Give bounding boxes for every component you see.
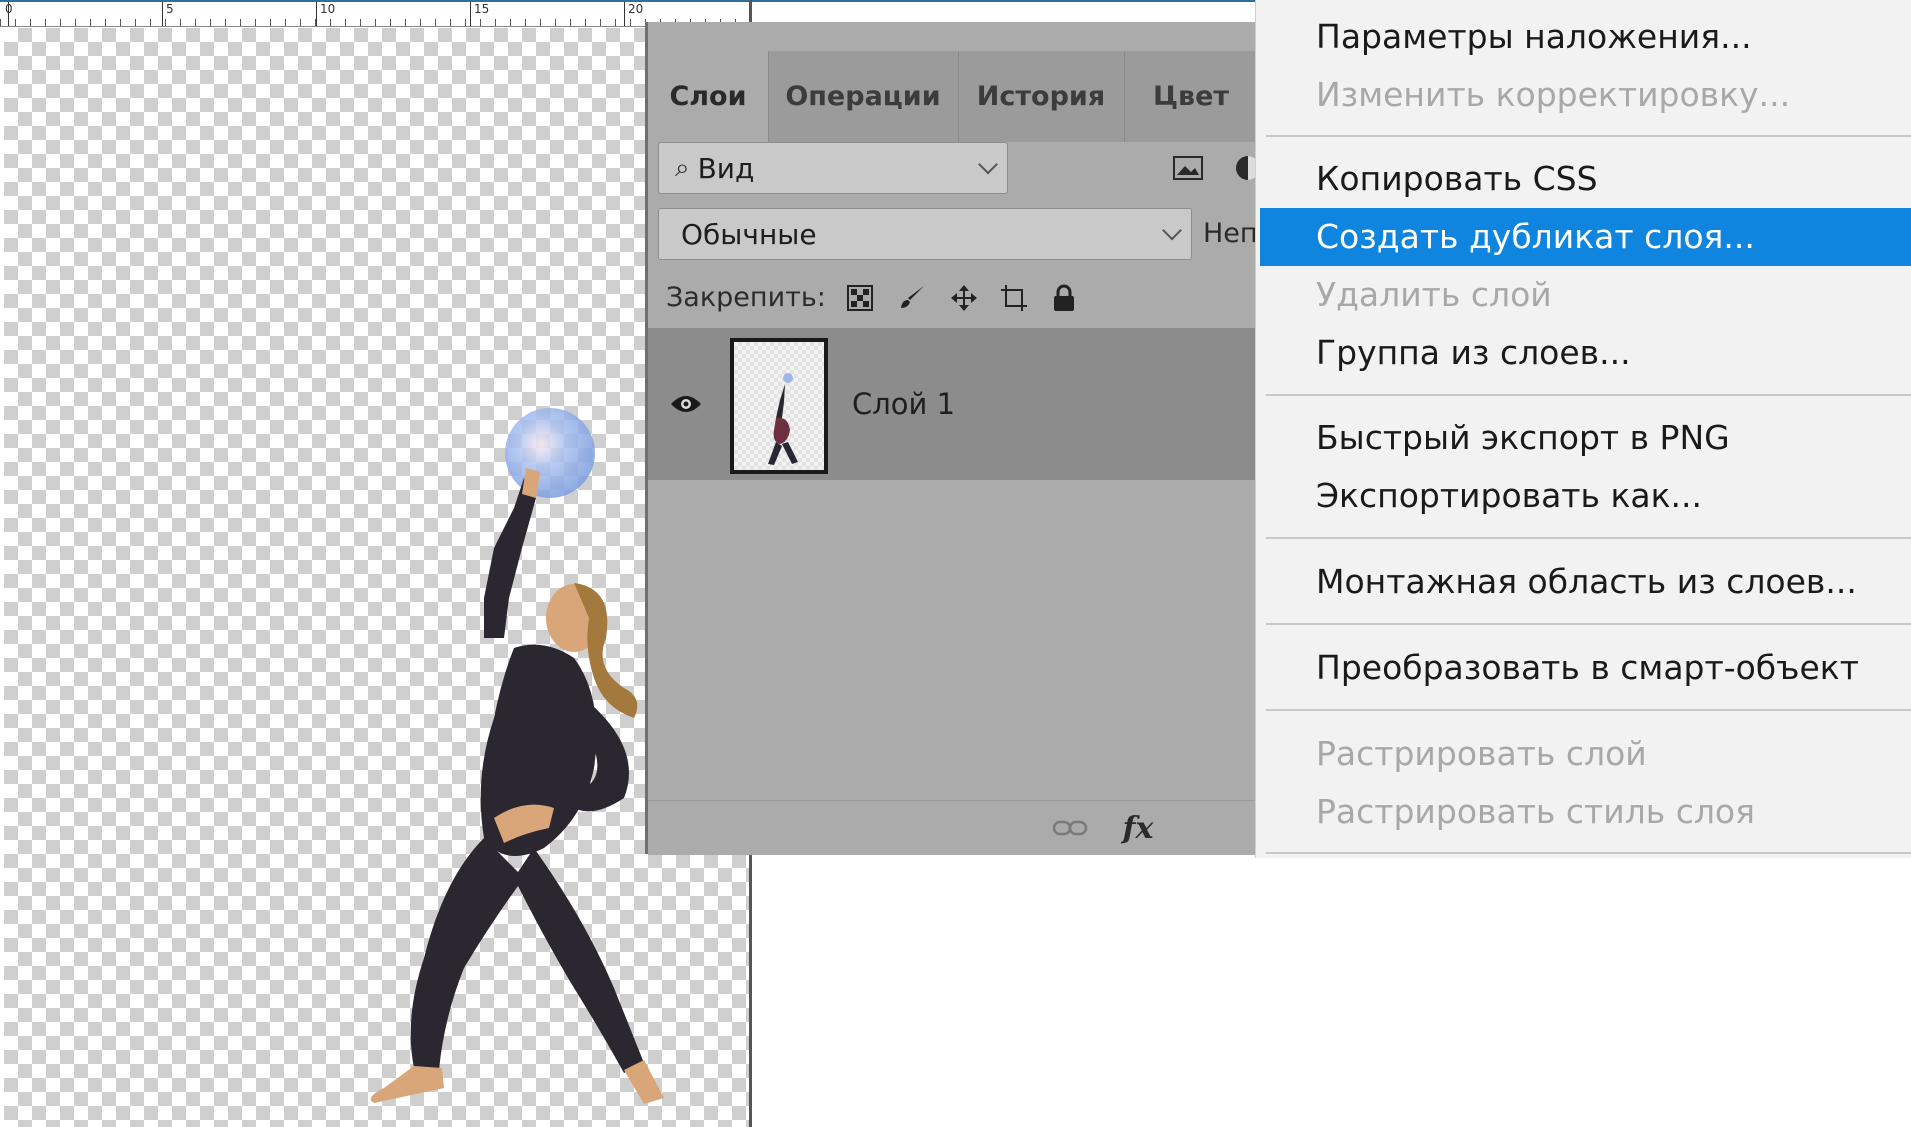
blend-mode-select[interactable]: Обычные xyxy=(658,208,1192,260)
blend-mode-value: Обычные xyxy=(681,217,817,251)
menu-item-copy-css[interactable]: Копировать CSS xyxy=(1260,150,1911,208)
ruler-label: 20 xyxy=(628,2,644,16)
link-icon[interactable] xyxy=(1048,813,1092,843)
chevron-down-icon xyxy=(1162,220,1182,241)
menu-separator xyxy=(1266,394,1911,396)
lock-row: Закрепить: xyxy=(648,270,1258,326)
search-icon: ⌕ xyxy=(675,152,690,183)
fx-icon[interactable]: fx xyxy=(1116,809,1160,847)
layers-panel: Слои Операции История Цвет ⌕ Вид Обычные… xyxy=(645,22,1260,855)
image-filter-icon[interactable] xyxy=(1168,148,1208,188)
menu-item-artboard-from-layers[interactable]: Монтажная область из слоев... xyxy=(1260,553,1911,611)
menu-item-rasterize-layer[interactable]: Растрировать слой xyxy=(1260,725,1911,783)
chevron-down-icon xyxy=(978,154,998,175)
menu-separator xyxy=(1266,135,1911,137)
menu-item-edit-adjustment[interactable]: Изменить корректировку... xyxy=(1260,66,1911,124)
move-icon[interactable] xyxy=(948,282,980,314)
panel-footer: fx xyxy=(648,800,1258,855)
brush-icon[interactable] xyxy=(896,282,928,314)
panel-tabbar: Слои Операции История Цвет xyxy=(648,51,1259,142)
menu-item-delete-layer[interactable]: Удалить слой xyxy=(1260,266,1911,324)
menu-item-rasterize-layer-style[interactable]: Растрировать стиль слоя xyxy=(1260,783,1911,841)
menu-item-group-from-layers[interactable]: Группа из слоев... xyxy=(1260,324,1911,382)
ruler-label: 0 xyxy=(5,2,13,16)
menu-item-blending-options[interactable]: Параметры наложения... xyxy=(1260,8,1911,66)
menu-item-export-as[interactable]: Экспортировать как... xyxy=(1260,467,1911,525)
menu-item-convert-to-smart-object[interactable]: Преобразовать в смарт-объект xyxy=(1260,639,1911,697)
menu-separator xyxy=(1266,709,1911,711)
lock-label: Закрепить: xyxy=(666,282,826,313)
menu-separator xyxy=(1266,623,1911,625)
tab-layers[interactable]: Слои xyxy=(648,51,769,142)
gymnast-figure-image xyxy=(370,408,664,1104)
tab-color[interactable]: Цвет xyxy=(1124,51,1259,142)
layer-filter-select[interactable]: ⌕ Вид xyxy=(658,142,1008,194)
tab-history[interactable]: История xyxy=(958,51,1125,142)
menu-separator xyxy=(1266,852,1911,854)
layer-name[interactable]: Слой 1 xyxy=(852,328,955,480)
document-canvas[interactable] xyxy=(4,28,749,1127)
menu-separator xyxy=(1266,537,1911,539)
eye-icon[interactable] xyxy=(666,384,706,424)
lock-transparent-pixels-icon[interactable] xyxy=(844,282,876,314)
tab-actions[interactable]: Операции xyxy=(768,51,959,142)
filter-label: Вид xyxy=(697,151,755,185)
layer-row[interactable]: Слой 1 xyxy=(648,328,1258,480)
menu-item-quick-export-png[interactable]: Быстрый экспорт в PNG xyxy=(1260,409,1911,467)
menu-item-duplicate-layer[interactable]: Создать дубликат слоя... xyxy=(1260,208,1911,266)
ruler-label: 5 xyxy=(166,2,174,16)
artboard-lock-icon[interactable] xyxy=(998,282,1030,314)
lock-icon[interactable] xyxy=(1048,282,1080,314)
horizontal-ruler: 0 5 10 15 20 xyxy=(0,2,752,27)
opacity-label: Неп xyxy=(1203,218,1258,249)
layer-thumbnail[interactable] xyxy=(730,338,828,474)
context-menu: Параметры наложения... Изменить корректи… xyxy=(1255,0,1911,858)
ruler-label: 15 xyxy=(474,2,490,16)
ruler-label: 10 xyxy=(320,2,336,16)
